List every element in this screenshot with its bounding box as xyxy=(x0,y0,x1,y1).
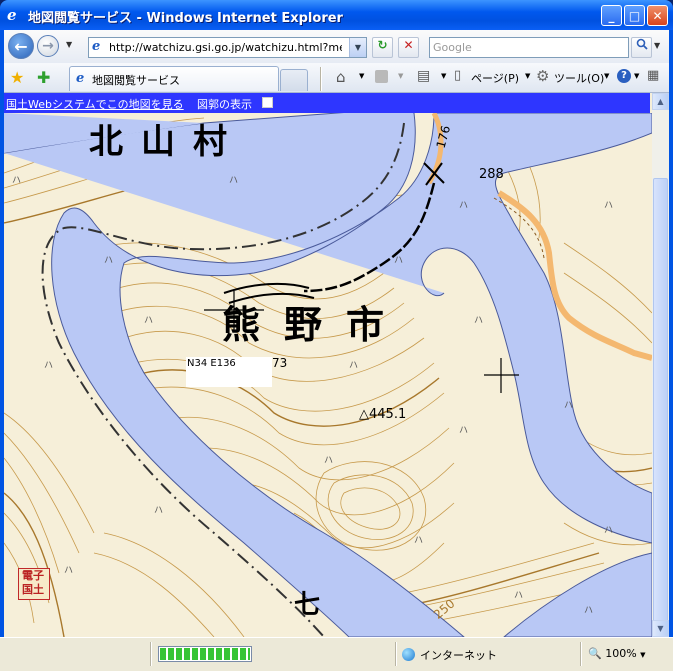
minimize-button[interactable]: _ xyxy=(601,5,622,26)
forward-button[interactable]: → xyxy=(37,35,59,57)
print-dropdown-icon[interactable]: ▼ xyxy=(441,72,446,80)
elevation-445: △445.1 xyxy=(359,407,406,422)
back-button[interactable]: ← xyxy=(8,33,34,59)
status-bar: インターネット 🔍 100% ▼ xyxy=(0,637,673,671)
browser-chrome: ← → ▼ e ▼ ↻ ✕ ▼ ★ ✚ e 地図閲覧サービス xyxy=(4,30,669,637)
svg-text:ハ: ハ xyxy=(12,176,21,186)
help-dropdown-icon[interactable]: ▼ xyxy=(634,72,639,80)
zoom-label: 100% xyxy=(605,647,637,660)
command-bar: ★ ✚ e 地図閲覧サービス ⌂ ▼ ▼ ▤ ▼ ▯ ページ(P) ▼ ⚙ ツー… xyxy=(4,63,669,93)
window-title: 地図閲覧サービス - Windows Internet Explorer xyxy=(28,11,343,26)
vertical-scrollbar[interactable]: ▲ ▼ xyxy=(652,93,669,637)
title-bar[interactable]: e 地図閲覧サービス - Windows Internet Explorer _… xyxy=(0,0,673,30)
help-icon[interactable]: ? xyxy=(617,69,631,83)
page-content: 国土Webシステムでこの地図を見る 図郭の表示 北山村 熊野市 176 288 … xyxy=(4,93,652,637)
svg-text:ハ: ハ xyxy=(459,201,468,211)
svg-text:ハ: ハ xyxy=(64,566,73,576)
page-menu-dropdown-icon[interactable]: ▼ xyxy=(525,72,530,80)
tools-gear-icon: ⚙ xyxy=(536,67,550,85)
search-box[interactable] xyxy=(429,37,629,58)
svg-text:ハ: ハ xyxy=(474,316,483,326)
navigation-bar: ← → ▼ e ▼ ↻ ✕ ▼ xyxy=(4,30,669,63)
svg-text:ハ: ハ xyxy=(324,456,333,466)
place-name-kumano: 熊野市 xyxy=(222,303,408,347)
elevation-288: 288 xyxy=(479,167,504,182)
svg-text:ハ: ハ xyxy=(414,536,423,546)
zoom-magnifier-icon: 🔍 xyxy=(588,647,602,660)
elevation-73: 73 xyxy=(272,356,287,370)
ie-logo-icon: e xyxy=(7,6,17,24)
address-input[interactable] xyxy=(109,39,342,56)
feeds-dropdown-icon[interactable]: ▼ xyxy=(398,72,403,80)
status-separator xyxy=(580,642,582,666)
print-icon[interactable]: ▤ xyxy=(417,68,430,84)
progress-fill xyxy=(160,648,250,660)
browser-window: e 地図閲覧サービス - Windows Internet Explorer _… xyxy=(0,0,673,671)
new-tab-button[interactable] xyxy=(280,69,308,91)
svg-text:ハ: ハ xyxy=(104,256,113,266)
seal-text: 電子国土 xyxy=(22,569,44,596)
coordinate-readout: N34 E136 xyxy=(186,357,272,387)
svg-text:ハ: ハ xyxy=(154,506,163,516)
zoom-control[interactable]: 🔍 100% ▼ xyxy=(588,647,646,660)
svg-text:ハ: ハ xyxy=(604,201,613,211)
svg-text:ハ: ハ xyxy=(584,606,593,616)
zone-label: インターネット xyxy=(420,649,497,662)
svg-text:ハ: ハ xyxy=(604,526,613,536)
page-menu[interactable]: ページ(P) xyxy=(471,70,519,86)
outline-label: 図郭の表示 xyxy=(197,98,252,111)
search-input[interactable] xyxy=(433,39,623,56)
tab-map-viewer[interactable]: e 地図閲覧サービス xyxy=(69,66,279,91)
status-separator xyxy=(150,642,152,666)
scroll-thumb[interactable] xyxy=(653,178,668,628)
svg-text:ハ: ハ xyxy=(349,361,358,371)
status-separator xyxy=(395,642,397,666)
refresh-button[interactable]: ↻ xyxy=(372,37,393,58)
research-icon[interactable]: ▦ xyxy=(647,68,659,83)
svg-text:ハ: ハ xyxy=(459,426,468,436)
scroll-up-icon[interactable]: ▲ xyxy=(652,93,669,110)
security-zone[interactable]: インターネット xyxy=(402,647,497,663)
tab-page-icon: e xyxy=(76,71,85,86)
open-in-webgis-link[interactable]: 国土Webシステムでこの地図を見る xyxy=(6,96,184,112)
place-name-kitayama: 北山村 xyxy=(89,122,245,162)
tools-dropdown-icon[interactable]: ▼ xyxy=(604,72,609,80)
scroll-down-icon[interactable]: ▼ xyxy=(652,620,669,637)
svg-text:ハ: ハ xyxy=(229,176,238,186)
stop-button[interactable]: ✕ xyxy=(398,37,419,58)
close-button[interactable]: ✕ xyxy=(647,5,668,26)
svg-text:ハ: ハ xyxy=(44,361,53,371)
page-icon: e xyxy=(92,39,101,54)
outline-checkbox[interactable] xyxy=(262,97,273,108)
tab-title: 地図閲覧サービス xyxy=(92,74,180,87)
topographic-map[interactable]: 北山村 熊野市 176 288 △445.1 73 250 七 ハハハハ ハハハ… xyxy=(4,113,652,637)
globe-icon xyxy=(402,648,415,661)
maximize-button[interactable]: □ xyxy=(624,5,645,26)
address-dropdown-icon[interactable]: ▼ xyxy=(349,38,366,57)
map-toolbar: 国土Webシステムでこの地図を見る 図郭の表示 xyxy=(4,93,650,113)
home-icon[interactable]: ⌂ xyxy=(336,68,346,86)
search-button[interactable] xyxy=(631,37,652,58)
feeds-icon[interactable] xyxy=(375,70,388,83)
search-options-icon[interactable]: ▼ xyxy=(654,41,660,50)
address-bar[interactable]: e ▼ xyxy=(88,37,367,58)
home-dropdown-icon[interactable]: ▼ xyxy=(359,72,364,80)
toolbar-separator xyxy=(320,67,322,91)
svg-text:ハ: ハ xyxy=(144,316,153,326)
river-symbol: 七 xyxy=(294,590,320,620)
favorites-star-icon[interactable]: ★ xyxy=(10,68,24,87)
history-dropdown-icon[interactable]: ▼ xyxy=(66,40,72,49)
svg-text:ハ: ハ xyxy=(394,256,403,266)
page-menu-icon: ▯ xyxy=(454,68,462,83)
svg-text:ハ: ハ xyxy=(514,591,523,601)
page-progress-bar xyxy=(158,646,252,662)
denshi-kokudo-logo[interactable]: 電子国土 xyxy=(18,568,50,600)
tools-menu[interactable]: ツール(O) xyxy=(554,70,604,86)
add-favorites-icon[interactable]: ✚ xyxy=(37,68,50,87)
zoom-dropdown-icon[interactable]: ▼ xyxy=(640,651,645,659)
svg-text:ハ: ハ xyxy=(564,401,573,411)
magnifier-icon xyxy=(636,38,648,50)
